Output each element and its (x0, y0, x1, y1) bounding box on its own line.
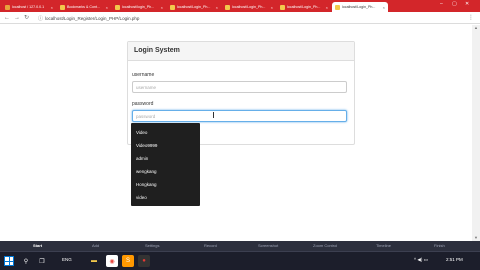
recorder-start-button[interactable]: Start (33, 243, 42, 248)
page-scrollbar[interactable]: ▲ ▼ (472, 25, 480, 241)
password-input[interactable] (132, 110, 347, 122)
autocomplete-dropdown: Video Video9999 admin wengkang Hongkang … (131, 123, 200, 206)
tray-icons[interactable]: ^ ◀) ▭ (414, 257, 428, 263)
minimize-icon[interactable]: – (440, 1, 443, 7)
browser-tab-active[interactable]: localhost/Login_Ph... × (332, 2, 388, 12)
recorder-icon[interactable]: ● (138, 255, 150, 267)
reload-icon[interactable]: ↻ (24, 14, 29, 22)
taskbar: Start Add Settings Record Screenshot Zoo… (0, 241, 480, 270)
url-text: localhost/Login_Register/Login_PHP/Login… (45, 15, 140, 21)
autocomplete-item[interactable]: Hongkang (131, 179, 200, 191)
browser-menu-icon[interactable]: ⋮ (468, 14, 474, 22)
clock[interactable]: 2:51 PM (446, 257, 463, 262)
maximize-icon[interactable]: ▢ (452, 1, 457, 7)
back-icon[interactable]: ← (4, 14, 10, 22)
autocomplete-item[interactable]: Video (131, 127, 200, 139)
mouse-cursor (213, 112, 214, 118)
page-title: Login System (134, 47, 180, 54)
search-icon[interactable]: ⚲ (20, 255, 32, 267)
tab-favicon-icon (170, 4, 175, 10)
sublime-text-icon[interactable]: S (122, 255, 134, 267)
tab-favicon-icon (225, 4, 230, 10)
recorder-timeline-button[interactable]: Timeline (376, 243, 391, 248)
forward-icon[interactable]: → (14, 14, 20, 22)
chrome-icon[interactable]: ◉ (106, 255, 118, 267)
recorder-settings-button[interactable]: Settings (145, 243, 159, 248)
recorder-zoom-button[interactable]: Zoom Control (313, 243, 337, 248)
tab-label: localhost/Login_Ph... (287, 5, 321, 9)
tab-favicon-icon (280, 4, 285, 10)
autocomplete-item[interactable]: wengkang (131, 166, 200, 178)
tab-close-icon[interactable]: × (216, 5, 218, 10)
tab-label: Bookmarks & Cont... (67, 5, 100, 9)
tab-label: localhost/login_Ph... (122, 5, 155, 9)
tab-label: localhost/Login_Ph... (177, 5, 211, 9)
tab-close-icon[interactable]: × (271, 5, 273, 10)
browser-tab[interactable]: localhost/Login_Ph... × (277, 2, 331, 12)
tab-label: localhost/Login_Ph... (232, 5, 266, 9)
browser-tab-strip: localhost / 127.0.0.1 × Bookmarks & Cont… (0, 0, 480, 12)
browser-toolbar: ← → ↻ ⓘ localhost/Login_Register/Login_P… (0, 12, 480, 24)
windows-taskbar: ⚲ ❐ ENG ▬ ◉ S ● ^ ◀) ▭ 2:51 PM (0, 252, 480, 270)
info-icon[interactable]: ⓘ (38, 15, 43, 22)
tab-close-icon[interactable]: × (383, 5, 385, 10)
browser-tab[interactable]: localhost/Login_Ph... × (222, 2, 276, 12)
close-window-icon[interactable]: ✕ (465, 1, 469, 7)
autocomplete-item[interactable]: Video9999 (131, 140, 200, 152)
windows-start-icon[interactable] (4, 256, 14, 266)
tab-favicon-icon (60, 4, 65, 10)
task-view-icon[interactable]: ❐ (36, 255, 48, 267)
tab-label: localhost/Login_Ph... (342, 5, 376, 9)
password-label: password (132, 101, 154, 107)
recorder-finish-button[interactable]: Finish (434, 243, 445, 248)
recorder-add-button[interactable]: Add (92, 243, 99, 248)
address-bar[interactable]: ⓘ localhost/Login_Register/Login_PHP/Log… (36, 14, 468, 22)
tab-close-icon[interactable]: × (326, 5, 328, 10)
browser-tab[interactable]: localhost/login_Ph... × (112, 2, 166, 12)
recorder-record-button[interactable]: Record (204, 243, 217, 248)
tab-label: localhost / 127.0.0.1 (12, 5, 45, 9)
recorder-toolbar: Start Add Settings Record Screenshot Zoo… (0, 241, 480, 252)
tab-favicon-icon (5, 4, 10, 10)
file-explorer-icon[interactable]: ▬ (88, 255, 100, 267)
tab-close-icon[interactable]: × (51, 5, 53, 10)
scroll-up-icon[interactable]: ▲ (472, 25, 480, 31)
tab-close-icon[interactable]: × (161, 5, 163, 10)
autocomplete-item[interactable]: video (131, 192, 200, 204)
login-panel-header: Login System (128, 42, 354, 61)
tab-favicon-icon (335, 4, 340, 10)
autocomplete-item[interactable]: admin (131, 153, 200, 165)
username-label: username (132, 72, 155, 78)
language-indicator[interactable]: ENG (62, 257, 72, 262)
recorder-screenshot-button[interactable]: Screenshot (258, 243, 278, 248)
tab-favicon-icon (115, 4, 120, 10)
browser-tab[interactable]: localhost/Login_Ph... × (167, 2, 221, 12)
browser-tab[interactable]: localhost / 127.0.0.1 × (2, 2, 56, 12)
tab-close-icon[interactable]: × (106, 5, 108, 10)
username-input[interactable] (132, 81, 347, 93)
browser-tab[interactable]: Bookmarks & Cont... × (57, 2, 111, 12)
